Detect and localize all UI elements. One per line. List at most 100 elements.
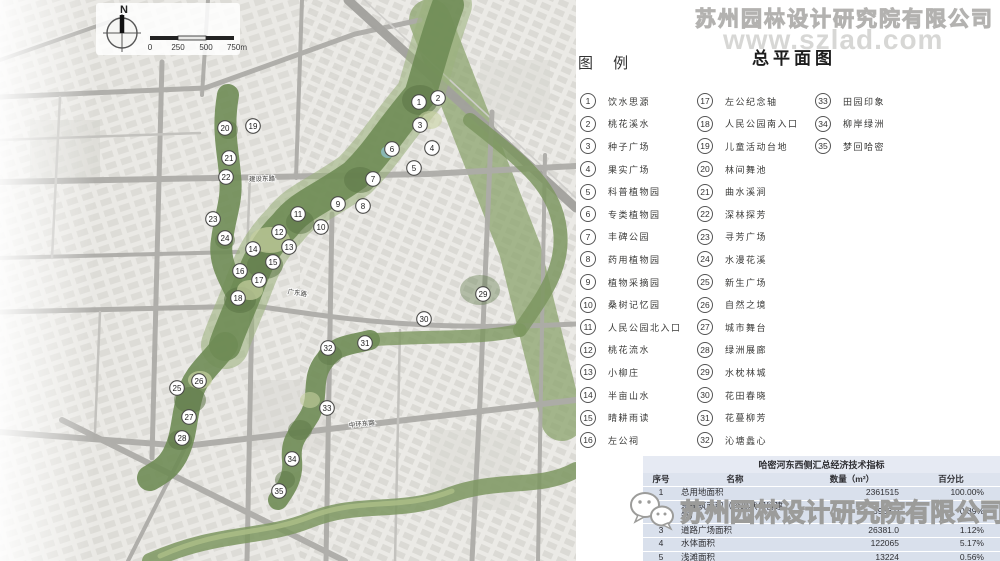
legend-item-14: 14 半亩山水	[580, 384, 682, 407]
map-canvas: N 0 250 500 750m 建设东路中环东路广东路 1 2345678910…	[0, 0, 584, 561]
svg-text:12: 12	[275, 228, 284, 237]
svg-text:26: 26	[195, 377, 204, 386]
legend-item-label: 水枕林城	[725, 367, 768, 378]
map-marker-13: 13	[281, 239, 297, 255]
legend-item-6: 6 专类植物园	[580, 203, 682, 226]
legend-item-13: 13 小柳庄	[580, 361, 682, 384]
legend-item-label: 专类植物园	[608, 209, 661, 220]
legend-item-number: 30	[697, 387, 713, 404]
table-header-row: 序号 名称 数量（m²） 百分比	[643, 473, 1000, 487]
legend-item-label: 丰碑公园	[608, 232, 651, 243]
legend-item-label: 桃花流水	[608, 345, 651, 356]
map-marker-1: 1	[411, 94, 427, 110]
legend-item-number: 31	[697, 409, 713, 426]
svg-text:27: 27	[185, 413, 194, 422]
legend-item-number: 32	[697, 432, 713, 449]
map-marker-22: 22	[218, 169, 234, 185]
legend-item-label: 新生广场	[725, 277, 768, 288]
legend-item-label: 水漫花溪	[725, 254, 768, 265]
svg-text:16: 16	[236, 267, 245, 276]
map-marker-31: 31	[357, 335, 373, 351]
svg-text:15: 15	[269, 258, 278, 267]
svg-text:19: 19	[249, 122, 258, 131]
legend-item-label: 左公祠	[608, 435, 640, 446]
table-cell: 浅滩面积	[681, 552, 716, 561]
map-marker-17: 17	[251, 272, 267, 288]
legend-item-21: 21 曲水溪涧	[697, 180, 799, 203]
table-row: 4 水体面积 122065 5.17%	[643, 537, 1000, 552]
legend-item-22: 22 深林探芳	[697, 203, 799, 226]
legend-item-label: 药用植物园	[608, 254, 661, 265]
legend-item-34: 34 柳岸绿洲	[815, 113, 885, 136]
legend-item-number: 33	[815, 93, 831, 110]
map-marker-24: 24	[217, 230, 233, 246]
legend-item-number: 25	[697, 274, 713, 291]
legend-item-number: 11	[580, 319, 596, 336]
legend-title: 图 例	[578, 55, 637, 72]
legend-item-number: 16	[580, 432, 596, 449]
legend-item-label: 种子广场	[608, 141, 651, 152]
legend-item-label: 柳岸绿洲	[843, 119, 886, 130]
legend-item-35: 35 梦回哈密	[815, 135, 885, 158]
legend-item-label: 自然之境	[725, 300, 768, 311]
table-cell: 0.56%	[959, 552, 984, 561]
legend-item-19: 19 儿童活动台地	[697, 135, 799, 158]
svg-text:31: 31	[361, 339, 370, 348]
legend-item-number: 3	[580, 138, 596, 155]
legend-column-2: 17 左公纪念轴 18 人民公园南入口 19 儿童活动台地 20 林间舞池 21 曲水溪涧 22 深林…	[697, 90, 799, 452]
map-marker-10: 10	[313, 219, 329, 235]
legend-item-number: 2	[580, 115, 596, 132]
map-marker-9: 9	[330, 196, 346, 212]
legend-item-number: 4	[580, 161, 596, 178]
legend-item-26: 26 自然之境	[697, 293, 799, 316]
map-marker-18: 18	[230, 290, 246, 306]
svg-text:35: 35	[275, 487, 284, 496]
legend-item-3: 3 种子广场	[580, 135, 682, 158]
svg-text:14: 14	[249, 245, 258, 254]
legend-item-number: 28	[697, 341, 713, 358]
legend-item-number: 34	[815, 115, 831, 132]
map-marker-11: 11	[290, 206, 306, 222]
legend-item-label: 林间舞池	[725, 164, 768, 175]
svg-text:22: 22	[222, 173, 231, 182]
legend-item-label: 人民公园北入口	[608, 322, 682, 333]
legend-item-number: 20	[697, 161, 713, 178]
north-label: N	[120, 4, 128, 16]
legend-item-label: 绿洲展廊	[725, 345, 768, 356]
legend-item-number: 10	[580, 296, 596, 313]
map-marker-20: 20	[217, 120, 233, 136]
map-marker-28: 28	[174, 430, 190, 446]
table-row: 5 浅滩面积 13224 0.56%	[643, 551, 1000, 561]
legend-item-2: 2 桃花溪水	[580, 113, 682, 136]
legend-item-5: 5 科普植物园	[580, 180, 682, 203]
company-watermark-bottom: 苏州园林设计研究院有限公司	[628, 489, 1000, 533]
legend-item-label: 沁塘蠡心	[725, 435, 768, 446]
legend-item-number: 27	[697, 319, 713, 336]
table-cell: 水体面积	[681, 538, 716, 549]
table-cell: 4	[658, 538, 664, 549]
table-header-cell: 数量（m²）	[829, 473, 875, 484]
master-plan-map: N 0 250 500 750m 建设东路 中环东路 广东路 1 2 3 4 5 6 7 8 9 10…	[0, 0, 584, 561]
map-marker-5: 5	[406, 160, 422, 176]
svg-text:1: 1	[417, 98, 422, 107]
legend-item-label: 曲水溪涧	[725, 187, 768, 198]
scale-tick: 750m	[227, 43, 247, 52]
legend-item-label: 科普植物园	[608, 187, 661, 198]
svg-text:18: 18	[234, 294, 243, 303]
map-marker-26: 26	[191, 373, 207, 389]
map-marker-12: 12	[271, 224, 287, 240]
legend-item-number: 17	[697, 93, 713, 110]
legend-item-label: 寻芳广场	[725, 232, 768, 243]
table-title: 哈密河东西侧汇总经济技术指标	[758, 460, 885, 470]
legend-item-17: 17 左公纪念轴	[697, 90, 799, 113]
legend-item-24: 24 水漫花溪	[697, 248, 799, 271]
svg-text:23: 23	[209, 215, 218, 224]
legend-item-number: 19	[697, 138, 713, 155]
legend-item-number: 9	[580, 274, 596, 291]
map-marker-3: 3	[412, 117, 428, 133]
table-header-cell: 百分比	[938, 473, 964, 484]
legend-item-label: 花田春晓	[725, 390, 768, 401]
legend-item-label: 深林探芳	[725, 209, 768, 220]
svg-text:20: 20	[221, 124, 230, 133]
legend-item-29: 29 水枕林城	[697, 361, 799, 384]
